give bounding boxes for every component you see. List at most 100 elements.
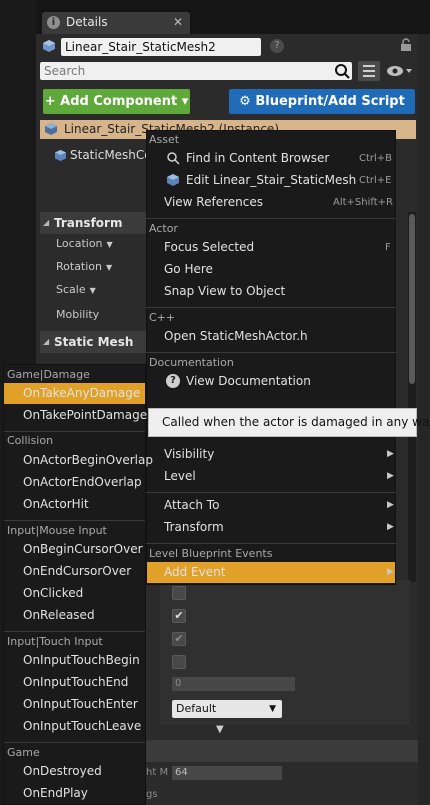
submenu-header-game: Game	[7, 746, 40, 759]
scrollbar-thumb[interactable]	[409, 214, 415, 384]
search-input[interactable]: Search	[40, 62, 352, 80]
submenu-item-on-actor-hit[interactable]: OnActorHit	[23, 497, 89, 511]
submenu-item-on-input-touch-enter[interactable]: OnInputTouchEnter	[23, 697, 138, 711]
expand-arrow-icon[interactable]: ▼	[216, 724, 224, 735]
chevron-right-icon: ▶	[387, 500, 394, 510]
submenu-header-input-mouse: Input|Mouse Input	[7, 524, 107, 537]
menu-header-level-blueprint-events: Level Blueprint Events	[149, 547, 273, 560]
help-icon: ?	[166, 374, 180, 388]
tooltip: Called when the actor is damaged in any …	[148, 408, 430, 437]
submenu-item-on-destroyed[interactable]: OnDestroyed	[23, 764, 102, 778]
actor-name-field[interactable]: Linear_Stair_StaticMesh2	[61, 38, 261, 56]
menu-item-snap-view[interactable]: Snap View to Object	[164, 284, 285, 298]
submenu-item-on-end-cursor-over[interactable]: OnEndCursorOver	[23, 564, 131, 578]
chevron-right-icon: ▶	[387, 522, 394, 532]
menu-item-visibility[interactable]: Visibility	[164, 447, 214, 461]
menu-item-add-event[interactable]: Add Event	[164, 565, 225, 579]
info-icon: i	[47, 16, 60, 29]
menu-item-edit-asset[interactable]: Edit Linear_Stair_StaticMesh	[186, 173, 356, 187]
submenu-item-on-released[interactable]: OnReleased	[23, 608, 95, 622]
chevron-down-icon: ▼	[106, 263, 113, 272]
rotation-label: Rotation	[56, 260, 103, 273]
menu-item-find-in-content-browser[interactable]: Find in Content Browser	[186, 151, 329, 165]
menu-item-view-references[interactable]: View References	[164, 195, 263, 209]
menu-divider	[4, 742, 145, 743]
shortcut-label: Ctrl+B	[359, 153, 393, 164]
submenu-item-on-clicked[interactable]: OnClicked	[23, 586, 83, 600]
section-header[interactable]	[146, 740, 418, 762]
submenu-item-on-take-point-damage[interactable]: OnTakePointDamage	[23, 408, 147, 422]
submenu-header-input-touch: Input|Touch Input	[7, 635, 103, 648]
blueprint-add-script-button[interactable]: ⚙ Blueprint/Add Script	[229, 89, 415, 114]
property-label: ht M	[146, 767, 169, 778]
mobility-label: Mobility	[56, 308, 100, 321]
submenu-item-on-actor-begin-overlap[interactable]: OnActorBeginOverlap	[23, 453, 153, 467]
eye-icon[interactable]	[386, 64, 414, 78]
number-field[interactable]: 0	[172, 677, 295, 691]
location-prop[interactable]: Location ▼	[56, 237, 113, 250]
menu-item-view-documentation[interactable]: View Documentation	[186, 374, 311, 388]
property-label: gs	[146, 789, 158, 800]
menu-header-asset: Asset	[149, 133, 180, 146]
blueprint-actor-icon	[45, 123, 57, 135]
search-icon	[167, 152, 180, 165]
submenu-item-on-input-touch-leave[interactable]: OnInputTouchLeave	[23, 719, 141, 733]
menu-divider	[146, 307, 396, 308]
menu-item-transform[interactable]: Transform	[164, 520, 224, 534]
dropdown[interactable]: Default ▼	[172, 700, 282, 718]
help-icon[interactable]: ?	[270, 39, 284, 53]
blueprint-actor-icon	[167, 174, 179, 186]
submenu-item-on-input-touch-end[interactable]: OnInputTouchEnd	[23, 675, 128, 689]
submenu-item-on-actor-end-overlap[interactable]: OnActorEndOverlap	[23, 475, 142, 489]
menu-item-focus-selected[interactable]: Focus Selected	[164, 240, 254, 254]
close-icon[interactable]: ✕	[173, 15, 183, 29]
static-mesh-component-row[interactable]: StaticMeshCo	[70, 148, 152, 162]
submenu-item-on-begin-cursor-over[interactable]: OnBeginCursorOver	[23, 542, 143, 556]
static-mesh-section-header[interactable]: Static Mesh	[40, 331, 150, 353]
add-component-button[interactable]: + Add Component ▾	[43, 89, 190, 114]
chevron-right-icon: ▶	[387, 471, 394, 481]
scale-label: Scale	[56, 283, 86, 296]
chevron-right-icon: ▶	[387, 567, 394, 577]
dropdown-value: Default	[176, 702, 217, 715]
menu-item-level[interactable]: Level	[164, 469, 196, 483]
menu-divider	[4, 431, 145, 432]
submenu-item-on-input-touch-begin[interactable]: OnInputTouchBegin	[23, 653, 140, 667]
location-label: Location	[56, 237, 103, 250]
menu-divider	[146, 543, 396, 544]
rotation-prop[interactable]: Rotation ▼	[56, 260, 112, 273]
shortcut-label: Alt+Shift+R	[333, 197, 393, 208]
menu-header-actor: Actor	[149, 222, 178, 235]
menu-header-cpp: C++	[149, 311, 176, 324]
checkbox-checked-disabled[interactable]: ✔	[172, 632, 186, 646]
shortcut-label: F	[385, 242, 391, 253]
scale-prop[interactable]: Scale ▼	[56, 283, 96, 296]
property-matrix-button[interactable]	[358, 61, 380, 81]
transform-section-header[interactable]: Transform	[40, 212, 150, 234]
menu-header-documentation: Documentation	[149, 356, 234, 369]
tab-details[interactable]: i Details ✕	[42, 12, 190, 34]
number-field[interactable]: 64	[172, 766, 282, 780]
submenu-header-collision: Collision	[7, 434, 54, 447]
shortcut-label: Ctrl+E	[359, 175, 392, 186]
menu-divider	[146, 492, 396, 493]
static-mesh-icon	[55, 150, 66, 161]
checkbox[interactable]	[172, 586, 186, 600]
grid-icon	[363, 65, 375, 77]
search-icon[interactable]	[333, 62, 351, 80]
blueprint-actor-icon	[43, 40, 55, 52]
checkbox[interactable]	[172, 655, 186, 669]
submenu-item-on-take-any-damage[interactable]: OnTakeAnyDamage	[23, 386, 140, 400]
checkbox-checked[interactable]: ✔	[172, 609, 186, 623]
menu-divider	[4, 631, 145, 632]
chevron-down-icon: ▼	[269, 704, 276, 714]
menu-item-go-here[interactable]: Go Here	[164, 262, 213, 276]
menu-item-attach-to[interactable]: Attach To	[164, 498, 219, 512]
chevron-down-icon: ▼	[89, 286, 96, 295]
chevron-down-icon: ▼	[106, 240, 113, 249]
menu-divider	[4, 520, 145, 521]
submenu-header-game-damage: Game|Damage	[7, 368, 90, 381]
menu-item-open-header[interactable]: Open StaticMeshActor.h	[164, 329, 308, 343]
submenu-item-on-end-play[interactable]: OnEndPlay	[23, 786, 88, 800]
lock-icon[interactable]	[400, 38, 412, 52]
